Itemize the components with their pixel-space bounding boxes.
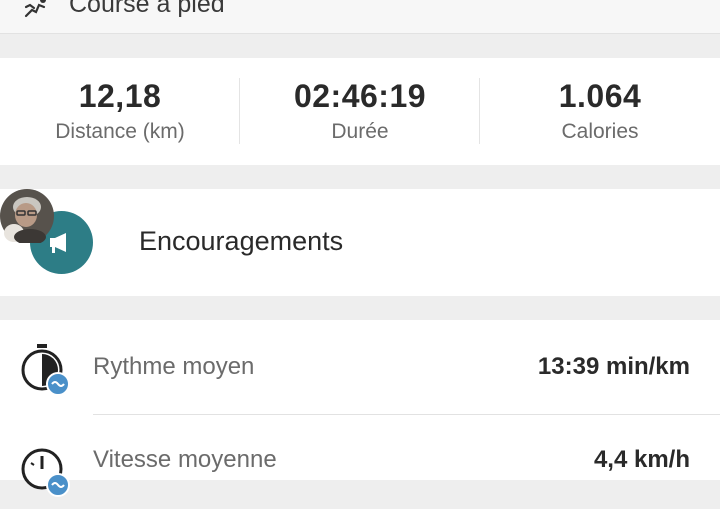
stat-duration: 02:46:19 Durée — [240, 58, 480, 165]
cheers-row[interactable]: Encouragements — [0, 189, 720, 296]
metrics-list: Rythme moyen 13:39 min/km Vitesse moyenn… — [0, 320, 720, 497]
metric-value: 13:39 min/km — [537, 353, 690, 380]
speedometer-icon — [18, 443, 70, 499]
list-item[interactable]: Vitesse moyenne 4,4 km/h — [0, 415, 720, 509]
user-avatar-image — [0, 189, 54, 245]
stat-duration-value: 02:46:19 — [293, 78, 427, 114]
stat-duration-label: Durée — [331, 120, 389, 143]
metric-label: Vitesse moyenne — [93, 446, 277, 473]
summary-stats: 12,18 Distance (km) 02:46:19 Durée 1.064… — [0, 58, 720, 165]
cheers-title: Encouragements — [139, 226, 344, 256]
stopwatch-icon — [18, 342, 70, 398]
runner-icon — [24, 0, 46, 18]
stat-distance-value: 12,18 — [78, 78, 162, 114]
stat-calories-label: Calories — [561, 120, 639, 143]
metric-value: 4,4 km/h — [593, 446, 690, 473]
stat-calories-value: 1.064 — [558, 78, 642, 114]
stat-calories: 1.064 Calories — [480, 58, 720, 165]
activity-header: Course à pied — [0, 0, 720, 34]
avatar[interactable] — [0, 189, 54, 245]
stat-distance: 12,18 Distance (km) — [0, 58, 240, 165]
stat-distance-label: Distance (km) — [55, 120, 185, 143]
list-item[interactable]: Rythme moyen 13:39 min/km — [0, 320, 720, 414]
activity-type-label: Course à pied — [69, 0, 225, 18]
metric-label: Rythme moyen — [93, 353, 255, 380]
